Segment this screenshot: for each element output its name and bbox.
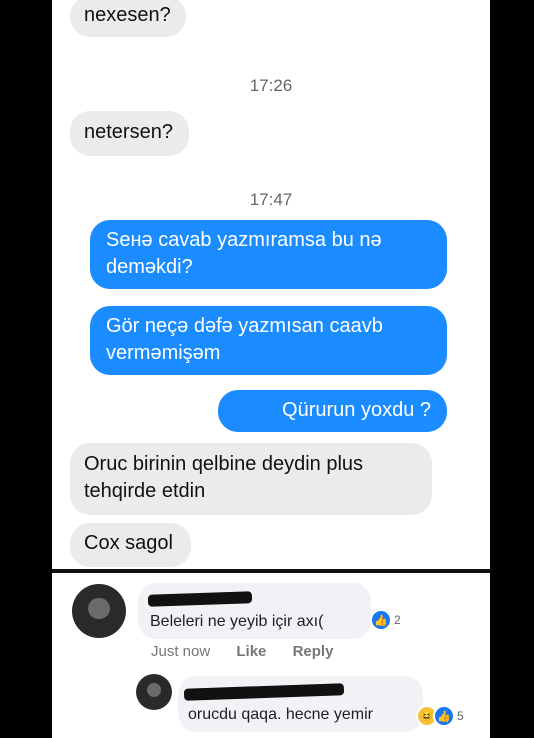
reaction-count: 2 (394, 613, 401, 627)
timestamp: 17:26 (249, 76, 293, 95)
message-incoming: netersen? (70, 111, 189, 156)
commenter-avatar[interactable] (72, 584, 126, 638)
message-text: Cox sagol (84, 532, 173, 554)
reaction-count: 5 (457, 709, 464, 723)
chat-screenshot: nexesen? 17:26 netersen? 17:47 Sенə cava… (52, 0, 490, 569)
message-text: Gör neçə dəfə yazmısan caavb verməmişəm (106, 315, 383, 364)
message-outgoing: Gör neçə dəfə yazmısan caavb verməmişəm (90, 306, 447, 375)
comment-bubble: Beleleri ne yeyib içir axı( (138, 583, 371, 639)
comment-time: Just now (151, 643, 211, 660)
timestamp: 17:47 (249, 190, 293, 209)
comments-section: Beleleri ne yeyib içir axı( 👍 2 Just now… (52, 573, 490, 738)
message-text: Sенə cavab yazmıramsa bu nə deməkdi? (106, 229, 382, 278)
message-outgoing: Sенə cavab yazmıramsa bu nə deməkdi? (90, 220, 447, 289)
message-incoming: Oruc birinin qelbine deydin plus tehqird… (70, 443, 432, 515)
like-link[interactable]: Like (236, 643, 266, 660)
message-text: nexesen? (84, 4, 171, 26)
reply-link[interactable]: Reply (293, 643, 334, 660)
comment-meta: Just now Like Reply (151, 643, 333, 660)
comment-text: Beleleri ne yeyib içir axı( (150, 613, 324, 630)
reply-bubble: orucdu qaqa. hecne yemir (178, 676, 423, 732)
redacted-name (183, 683, 345, 701)
reply-reactions[interactable]: 😆 👍 5 (416, 705, 464, 727)
redacted-name (147, 591, 253, 607)
reply-text: orucdu qaqa. hecne yemir (188, 706, 373, 723)
message-outgoing: Qürurun yoxdu ? (218, 390, 447, 432)
reply-avatar[interactable] (136, 674, 172, 710)
comment-reactions[interactable]: 👍 2 (370, 609, 401, 631)
like-icon: 👍 (370, 609, 392, 631)
like-icon: 👍 (433, 705, 455, 727)
message-text: netersen? (84, 121, 173, 143)
message-incoming: Cox sagol (70, 523, 191, 567)
message-text: Qürurun yoxdu ? (282, 399, 431, 421)
message-incoming: nexesen? (70, 0, 186, 37)
message-text: Oruc birinin qelbine deydin plus tehqird… (84, 453, 364, 502)
